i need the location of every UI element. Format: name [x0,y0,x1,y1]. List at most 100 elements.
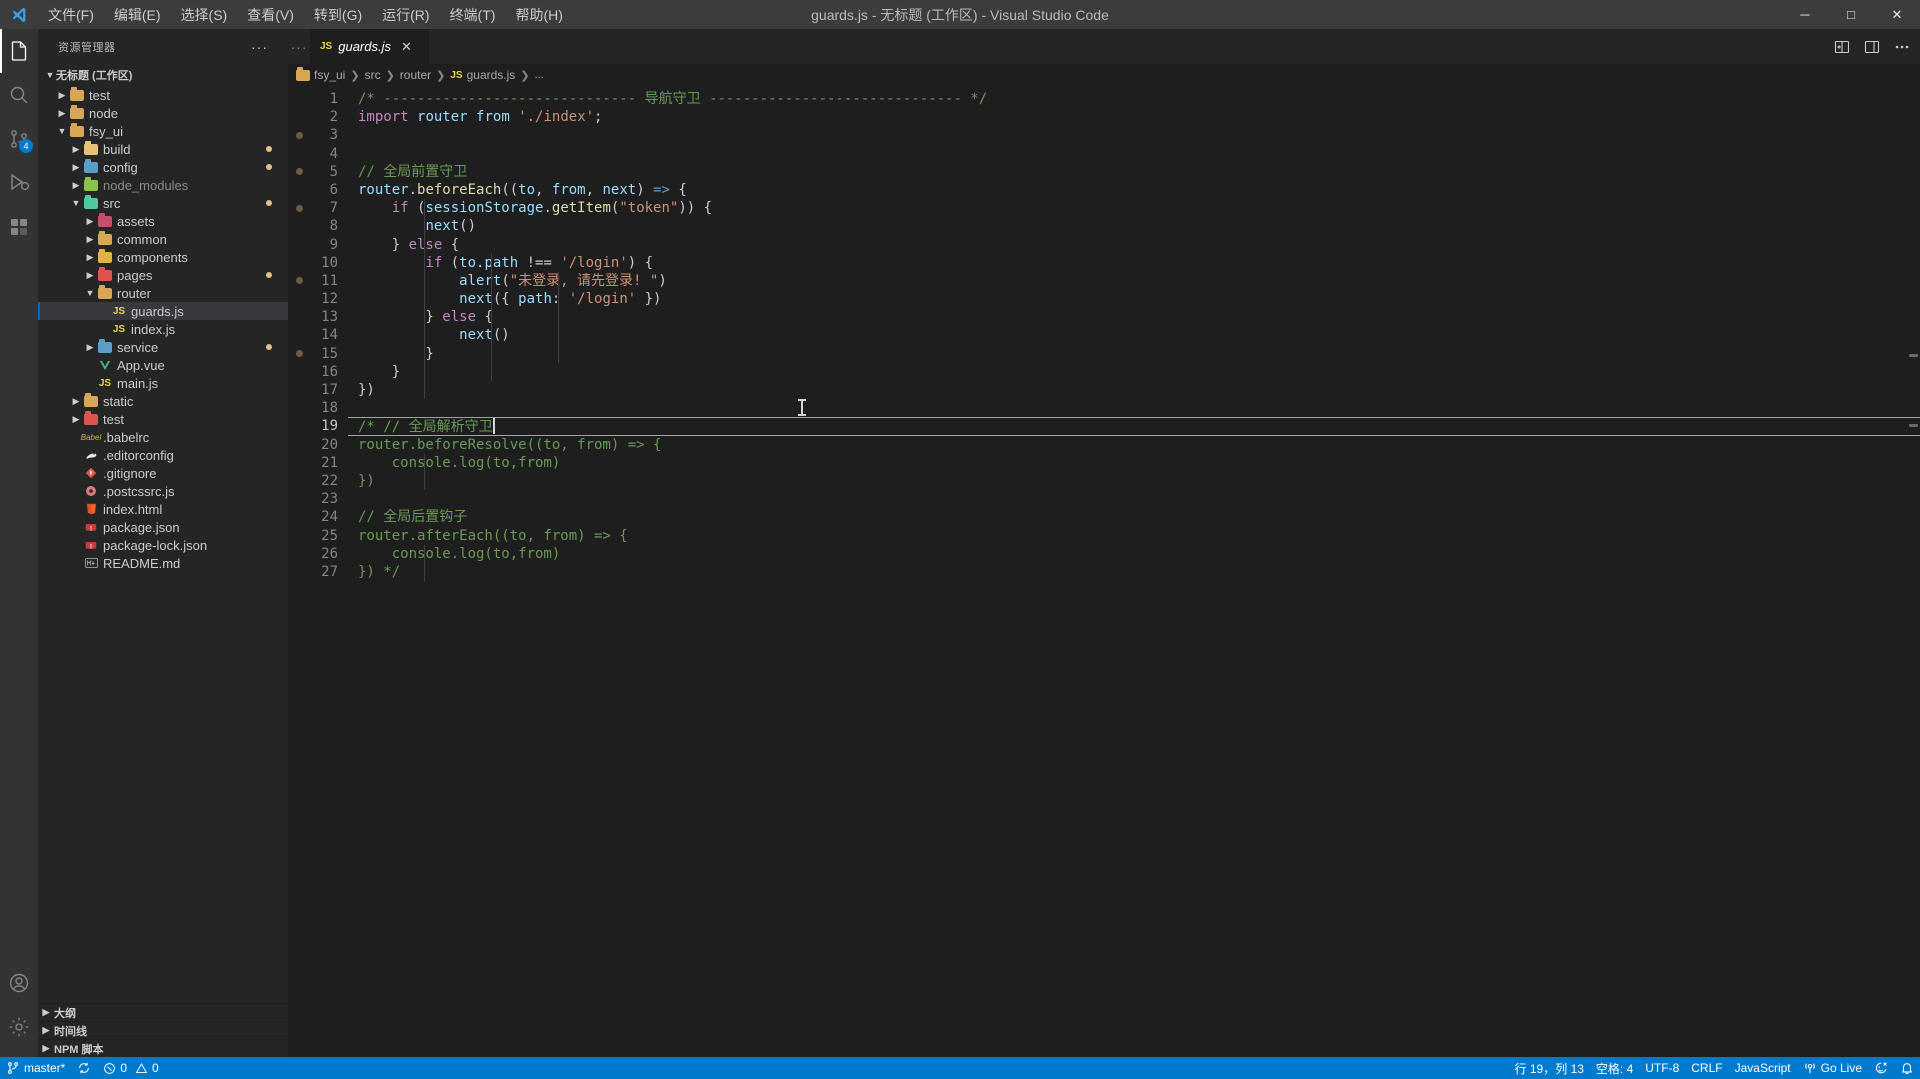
tree-file-index.html[interactable]: ▶index.html [38,500,288,518]
tree-file-index.js[interactable]: ▶JSindex.js [38,320,288,338]
chevron-down-icon[interactable]: ▼ [44,70,56,80]
glyph-slot[interactable] [288,454,310,472]
panel-npm-scripts[interactable]: ▶ NPM 脚本 [38,1039,288,1057]
tree-folder-node[interactable]: ▶ node [38,104,288,122]
search-icon[interactable] [0,73,38,117]
chevron-right-icon[interactable]: ▶ [84,270,96,281]
editor-scrollbar[interactable] [1906,86,1920,1057]
breadcrumb-item-fsy_ui[interactable]: fsy_ui [296,66,345,82]
chevron-right-icon[interactable]: ▶ [84,252,96,263]
workspace-root-row[interactable]: ▼ 无标题 (工作区) [38,64,288,86]
menu-help[interactable]: 帮助(H) [505,0,572,29]
menu-view[interactable]: 查看(V) [237,0,304,29]
tree-folder-common[interactable]: ▶ common [38,230,288,248]
code-editor[interactable]: 1 2 3 4 5 6 7 8 9 10 11 12 13 14 15 16 17 18 19 20 21 22 23 24 2… [288,86,1920,1057]
code-line[interactable] [348,490,1920,508]
code-line[interactable]: } [348,345,1920,363]
glyph-slot[interactable] [288,545,310,563]
glyph-slot[interactable] [288,436,310,454]
tree-folder-build[interactable]: ▶ build [38,140,288,158]
breakpoint-hint-dot[interactable] [288,199,310,217]
menu-edit[interactable]: 编辑(E) [104,0,171,29]
account-icon[interactable] [0,961,38,1005]
breakpoint-hint-dot[interactable] [288,163,310,181]
tree-file-.postcssrc.js[interactable]: ▶.postcssrc.js [38,482,288,500]
tree-folder-components[interactable]: ▶ components [38,248,288,266]
menu-go[interactable]: 转到(G) [304,0,372,29]
tree-file-.editorconfig[interactable]: ▶.editorconfig [38,446,288,464]
breadcrumb-item-guards-js[interactable]: JS guards.js [450,68,515,82]
extensions-icon[interactable] [0,205,38,249]
tree-file-.babelrc[interactable]: ▶Babel.babelrc [38,428,288,446]
chevron-right-icon[interactable]: ▶ [38,1043,54,1054]
glyph-slot[interactable] [288,236,310,254]
tree-file-app.vue[interactable]: ▶App.vue [38,356,288,374]
files-explorer-icon[interactable] [0,29,38,73]
source-control-icon[interactable]: 4 [0,117,38,161]
tree-file-guards.js[interactable]: ▶JSguards.js [38,302,288,320]
code-line[interactable]: next({ path: '/login' }) [348,290,1920,308]
run-debug-icon[interactable] [0,161,38,205]
breakpoint-hint-dot[interactable] [288,272,310,290]
glyph-slot[interactable] [288,145,310,163]
tree-folder-src[interactable]: ▼ src [38,194,288,212]
chevron-right-icon[interactable]: ▶ [70,414,82,425]
chevron-right-icon[interactable]: ▶ [56,108,68,119]
tree-folder-node_modules[interactable]: ▶ node_modules [38,176,288,194]
code-line[interactable] [348,399,1920,417]
breadcrumb-item-src[interactable]: src [365,68,381,82]
more-actions-icon[interactable] [1894,39,1910,55]
panel-outline[interactable]: ▶ 大纲 [38,1003,288,1021]
chevron-down-icon[interactable]: ▼ [70,198,82,208]
bell-icon[interactable] [1894,1057,1920,1079]
glyph-slot[interactable] [288,90,310,108]
breakpoint-hint-dot[interactable] [288,345,310,363]
file-tree[interactable]: ▼ 无标题 (工作区) ▶ test ▶ node ▼ fsy_ui ▶ build ▶ conf… [38,64,288,1003]
tab-guards-js[interactable]: JS guards.js ✕ [310,29,430,64]
close-button[interactable]: ✕ [1874,0,1920,29]
menu-terminal[interactable]: 终端(T) [440,0,506,29]
glyph-slot[interactable] [288,490,310,508]
menu-file[interactable]: 文件(F) [38,0,104,29]
menu-selection[interactable]: 选择(S) [171,0,238,29]
language-mode-status[interactable]: JavaScript [1729,1057,1797,1079]
glyph-slot[interactable] [288,563,310,581]
code-content[interactable]: /* ------------------------------ 导航守卫 -… [348,86,1920,1057]
code-line[interactable]: }) [348,381,1920,399]
code-line[interactable]: }) [348,472,1920,490]
layout-icon[interactable] [1864,39,1880,55]
maximize-button[interactable]: □ [1828,0,1874,29]
chevron-right-icon[interactable]: ▶ [70,180,82,191]
menu-run[interactable]: 运行(R) [372,0,439,29]
chevron-right-icon[interactable]: ▶ [70,162,82,173]
code-line[interactable]: } else { [348,236,1920,254]
encoding-status[interactable]: UTF-8 [1639,1057,1685,1079]
code-line[interactable]: if (sessionStorage.getItem("token")) { [348,199,1920,217]
panel-timeline[interactable]: ▶ 时间线 [38,1021,288,1039]
code-line[interactable]: // 全局前置守卫 [348,163,1920,181]
tree-folder-pages[interactable]: ▶ pages [38,266,288,284]
chevron-right-icon[interactable]: ▶ [38,1025,54,1036]
code-line[interactable] [348,145,1920,163]
glyph-slot[interactable] [288,472,310,490]
code-line[interactable]: alert("未登录, 请先登录! ") [348,272,1920,290]
glyph-slot[interactable] [288,417,310,435]
glyph-slot[interactable] [288,108,310,126]
code-line[interactable]: import router from './index'; [348,108,1920,126]
code-line[interactable]: console.log(to,from) [348,545,1920,563]
tree-folder-static[interactable]: ▶ static [38,392,288,410]
tree-file-package-lock.json[interactable]: ▶{}package-lock.json [38,536,288,554]
code-line[interactable]: router.beforeResolve((to, from) => { [348,436,1920,454]
chevron-right-icon[interactable]: ▶ [84,234,96,245]
code-line[interactable]: if (to.path !== '/login') { [348,254,1920,272]
code-line[interactable]: }) */ [348,563,1920,581]
minimize-button[interactable]: ─ [1782,0,1828,29]
glyph-slot[interactable] [288,254,310,272]
glyph-slot[interactable] [288,527,310,545]
go-live-status[interactable]: Go Live [1797,1057,1868,1079]
code-line[interactable]: next() [348,326,1920,344]
tree-file-main.js[interactable]: ▶JSmain.js [38,374,288,392]
breakpoint-hint-dot[interactable] [288,126,310,144]
glyph-slot[interactable] [288,399,310,417]
tree-folder-config[interactable]: ▶ config [38,158,288,176]
